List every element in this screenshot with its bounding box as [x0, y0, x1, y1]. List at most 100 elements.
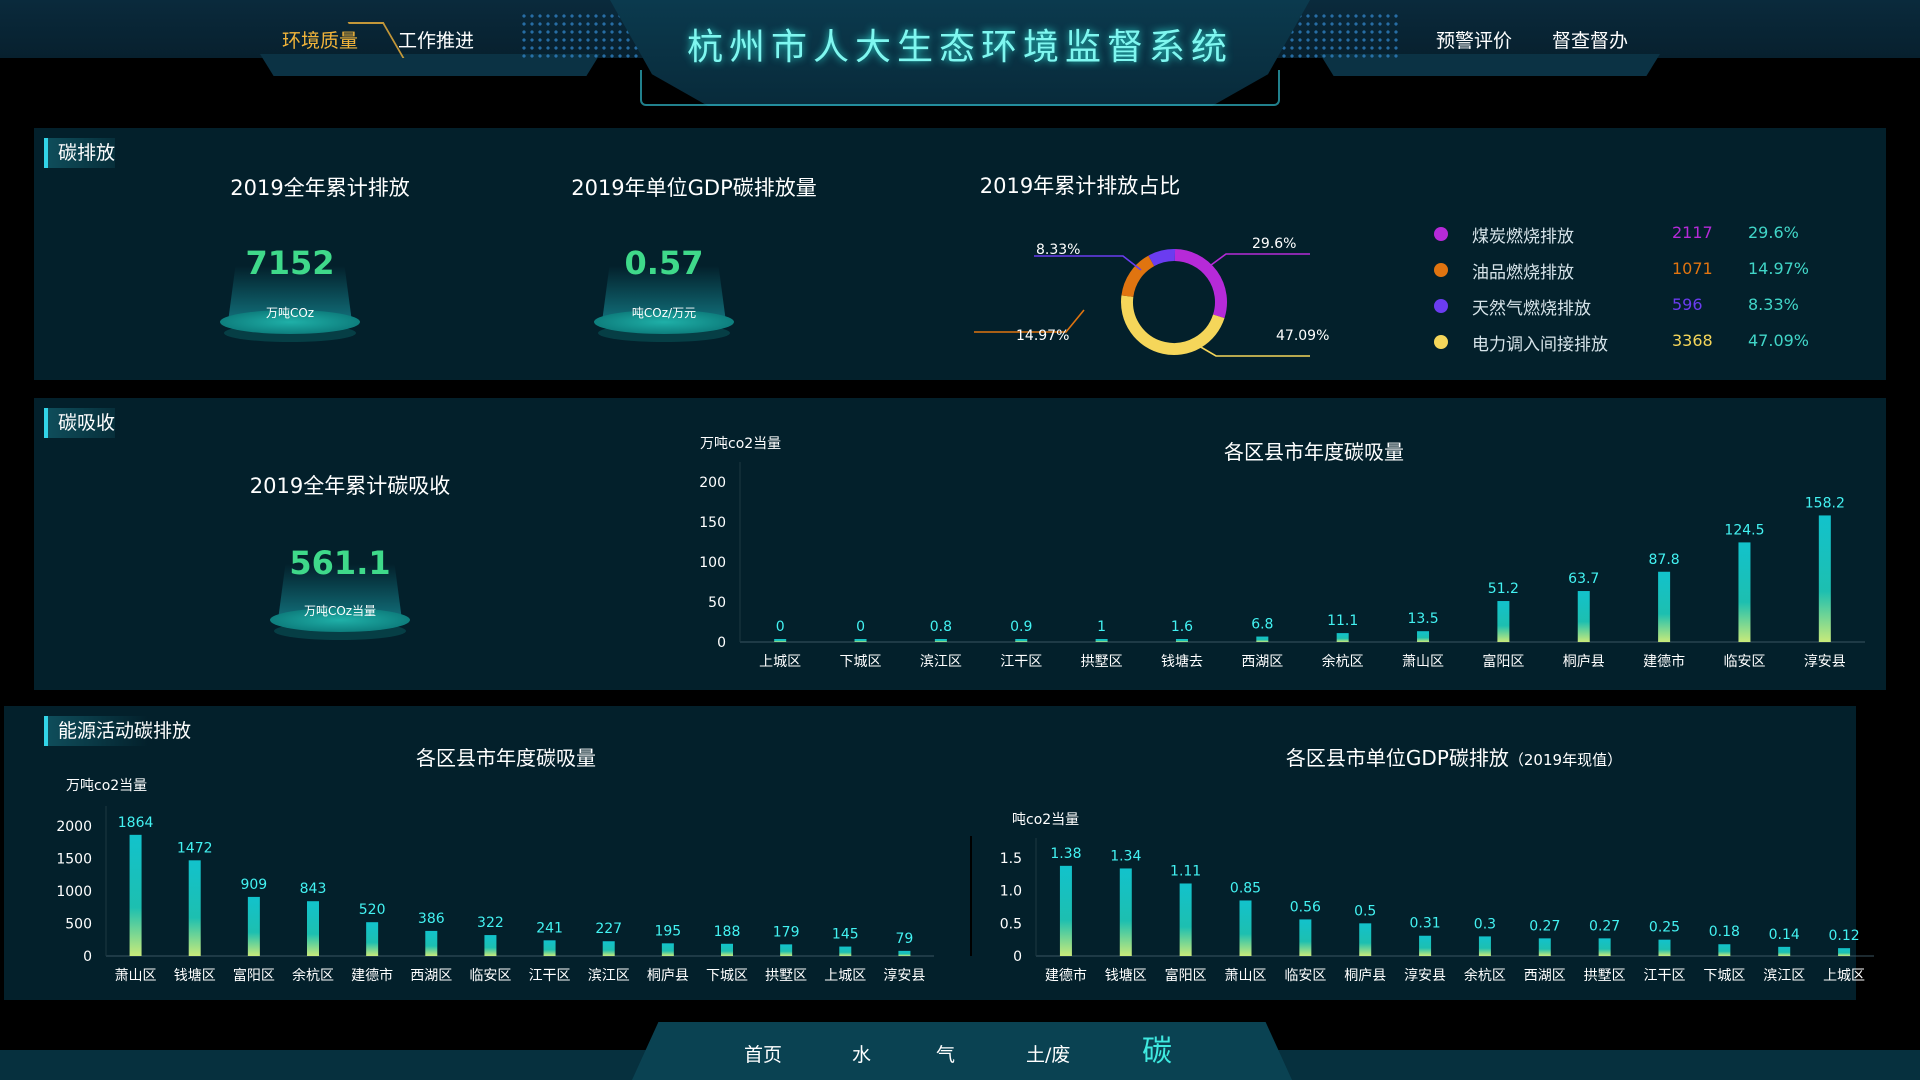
x-tick-label: 西湖区	[410, 968, 452, 984]
bar	[484, 935, 497, 956]
bottom-nav-home[interactable]: 首页	[744, 1040, 782, 1067]
donut-label-electric: 47.09%	[1276, 328, 1329, 344]
x-tick-label: 萧山区	[1402, 654, 1444, 670]
bar	[1419, 935, 1432, 956]
data-label: 11.1	[1327, 613, 1358, 629]
legend-value: 3368	[1672, 331, 1713, 350]
data-label: 145	[832, 927, 859, 943]
x-tick-label: 西湖区	[1241, 654, 1283, 670]
x-tick-label: 富阳区	[1165, 967, 1207, 984]
legend-name: 油品燃烧排放	[1472, 263, 1574, 283]
x-tick-label: 建德市	[1045, 967, 1087, 984]
legend-row: 电力调入间接排放 3368 47.09%	[1434, 330, 1854, 356]
gdp-bar-chart: 吨co2当量 0 0.5 1.0 1.5 1.38 建德市 1.34 钱塘区 1.11 富阳区 0.8…	[1000, 812, 1874, 984]
data-label: 1472	[177, 840, 213, 856]
bar	[307, 901, 319, 956]
legend-dot	[1434, 335, 1448, 349]
bar	[1478, 936, 1491, 956]
bar	[721, 943, 733, 956]
x-tick-label: 滨江区	[1763, 968, 1805, 984]
bar	[1179, 883, 1192, 956]
gdp-chart-title: 各区县市单位GDP碳排放（2019年现值）	[1154, 742, 1754, 771]
legend-dot	[1434, 227, 1448, 241]
bar	[839, 946, 852, 956]
data-label: 0.27	[1529, 918, 1560, 934]
legend-value: 1071	[1672, 259, 1713, 278]
x-tick-label: 萧山区	[1225, 968, 1267, 984]
nav-supervision[interactable]: 督查督办	[1552, 26, 1628, 53]
data-label: 1	[1097, 619, 1106, 635]
data-label: 0.27	[1589, 918, 1620, 934]
x-tick-label: 临安区	[1723, 654, 1765, 670]
title-frame-edge	[640, 70, 1280, 106]
data-label: 51.2	[1488, 581, 1519, 597]
donut-label-gas: 8.33%	[1036, 242, 1080, 258]
donut-slice	[1121, 295, 1225, 355]
nav-environment-quality[interactable]: 环境质量	[282, 26, 358, 53]
data-label: 13.5	[1407, 611, 1438, 627]
bar	[1059, 865, 1072, 956]
bottom-nav-carbon[interactable]: 碳	[1142, 1026, 1172, 1070]
legend-percent: 8.33%	[1748, 295, 1799, 314]
bar	[1818, 515, 1831, 642]
bar	[1838, 948, 1851, 956]
bottom-nav-water[interactable]: 水	[852, 1040, 871, 1067]
nav-warning-evaluation[interactable]: 预警评价	[1436, 26, 1512, 53]
bottom-nav-air[interactable]: 气	[936, 1040, 955, 1067]
x-tick-label: 淳安县	[1804, 653, 1846, 670]
legend-percent: 29.6%	[1748, 223, 1799, 242]
x-tick-label: 拱墅区	[765, 968, 807, 984]
section-title: 碳排放	[44, 138, 116, 168]
data-label: 79	[896, 931, 914, 947]
data-label: 0.31	[1409, 916, 1440, 932]
nav-work-progress[interactable]: 工作推进	[398, 26, 474, 53]
x-tick-label: 桐庐县	[1344, 968, 1386, 984]
y-tick-label: 2000	[56, 819, 92, 835]
bar	[1658, 939, 1671, 956]
share-legend: 煤炭燃烧排放 2117 29.6% 油品燃烧排放 1071 14.97% 天然气燃烧排放 59…	[1434, 222, 1854, 362]
x-tick-label: 富阳区	[1482, 653, 1524, 670]
y-axis-label: 万吨co2当量	[66, 778, 147, 794]
x-tick-label: 滨江区	[920, 654, 962, 670]
x-tick-label: 拱墅区	[1081, 654, 1123, 670]
legend-value: 2117	[1672, 223, 1713, 242]
x-tick-label: 上城区	[1823, 968, 1865, 984]
data-label: 0.12	[1828, 928, 1859, 944]
x-tick-label: 江干区	[529, 968, 571, 984]
gdp-emission-unit: 吨COz/万元	[631, 306, 697, 320]
y-tick-label: 1500	[56, 852, 92, 868]
legend-name: 天然气燃烧排放	[1472, 299, 1591, 319]
y-tick-label: 100	[699, 555, 726, 571]
x-tick-label: 余杭区	[1464, 967, 1506, 984]
bottom-nav	[632, 1022, 1292, 1080]
y-axis-label: 万吨co2当量	[700, 436, 781, 452]
bar	[1538, 938, 1551, 956]
total-emission-title: 2019全年累计排放	[230, 176, 410, 200]
x-tick-label: 富阳区	[233, 967, 275, 984]
data-label: 843	[300, 881, 327, 897]
energy-emission-panel: 能源活动碳排放 各区县市年度碳吸量 万吨co2当量 0 500 1000 1500 200…	[4, 706, 1874, 1000]
donut-slice	[1121, 255, 1155, 298]
bar	[1577, 591, 1590, 642]
y-axis-label: 吨co2当量	[1012, 812, 1079, 828]
total-absorption-unit: 万吨COz当量	[303, 604, 377, 618]
data-label: 0.14	[1769, 927, 1800, 943]
data-label: 1864	[118, 815, 154, 831]
bar	[1175, 639, 1188, 642]
bar	[1718, 944, 1731, 956]
bar	[1119, 868, 1132, 956]
bar	[1658, 571, 1671, 642]
y-tick-label: 0	[83, 949, 92, 965]
bar	[774, 639, 787, 642]
x-tick-label: 上城区	[759, 654, 801, 670]
legend-name: 电力调入间接排放	[1472, 335, 1608, 355]
section-title: 碳吸收	[44, 408, 116, 438]
bar	[543, 940, 556, 956]
bar	[1015, 639, 1028, 642]
bar	[247, 896, 260, 956]
bottom-nav-soil-waste[interactable]: 土/废	[1026, 1040, 1070, 1067]
y-tick-label: 1.0	[1000, 884, 1022, 900]
legend-value: 596	[1672, 295, 1703, 314]
gdp-chart-title-text: 各区县市单位GDP碳排放	[1285, 746, 1509, 770]
data-label: 322	[477, 915, 504, 931]
